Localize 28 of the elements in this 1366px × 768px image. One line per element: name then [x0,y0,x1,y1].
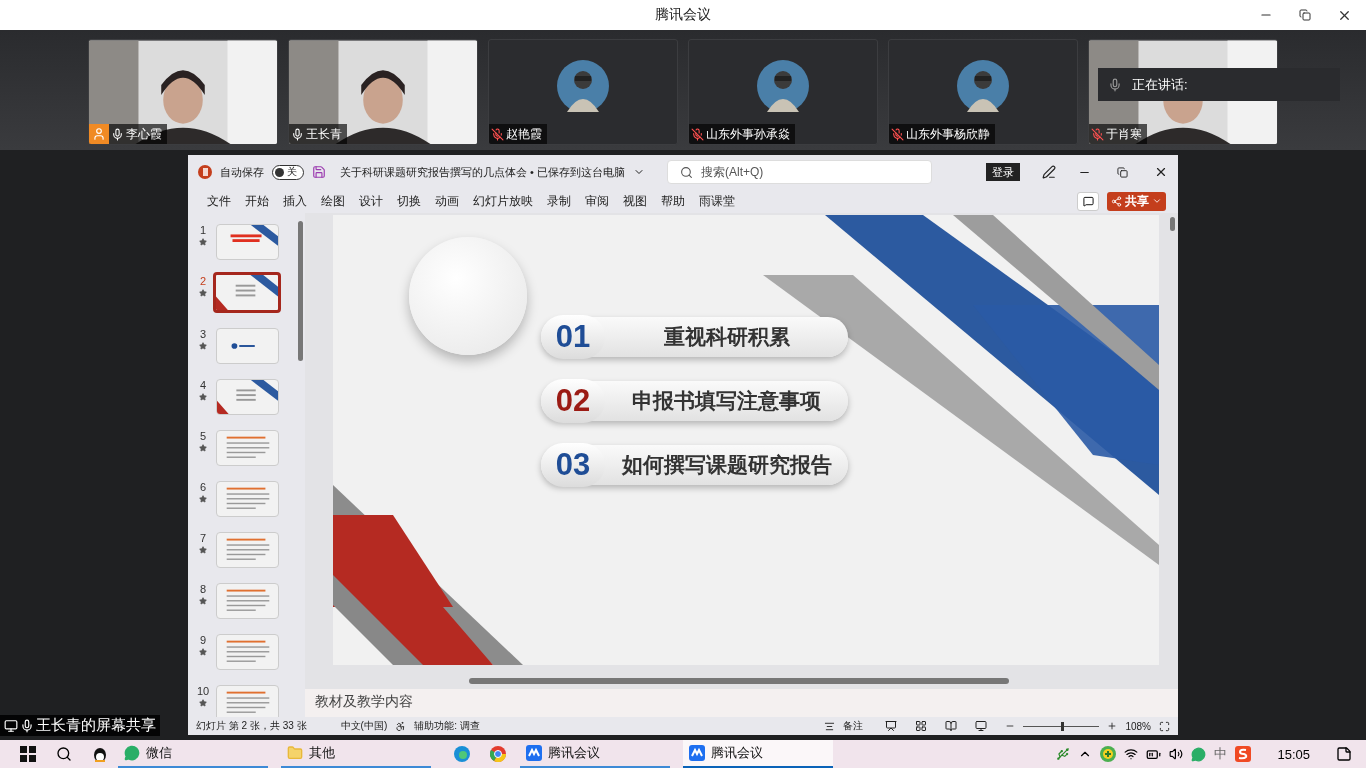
slide-number: 10 [196,685,210,697]
slide-number: 8 [199,583,207,595]
slide-number: 3 [199,328,207,340]
agenda-text: 申报书填写注意事项 [631,388,822,414]
name-text: 山东外事杨欣静 [906,125,990,143]
share-text: 王长青的屏幕共享 [36,716,156,735]
name-text: 李心霞 [126,125,162,143]
search-placeholder: 搜索(Alt+Q) [700,163,764,181]
autosave-label: 自动保存 [220,164,264,180]
window-title: 腾讯会议 [655,6,711,24]
speaking-label: 正在讲话: [1132,75,1188,94]
slide-number: 2 [199,275,207,287]
agenda-text: 重视科研积累 [662,324,791,350]
name-text: 王长青 [306,125,342,143]
slide-number: 5 [199,430,207,442]
document-title: 关于科研课题研究报告撰写的几点体会 • 已保存到这台电脑 [340,164,625,180]
slide-number: 1 [199,224,207,236]
name-text: 赵艳霞 [506,125,542,143]
name-text: 山东外事孙承焱 [706,125,790,143]
slide-number: 6 [199,481,207,493]
agenda-text: 如何撰写课题研究报告 [620,452,833,478]
slide-count: 幻灯片 第 2 张，共 33 张 [196,719,307,733]
zoom-level: 108% [1125,720,1151,732]
language-status: 中文(中国) [340,719,388,733]
slide-number: 7 [199,532,207,544]
slide-number: 9 [199,634,207,646]
slide-number: 4 [199,379,207,391]
name-text: 于肖寒 [1106,125,1142,143]
